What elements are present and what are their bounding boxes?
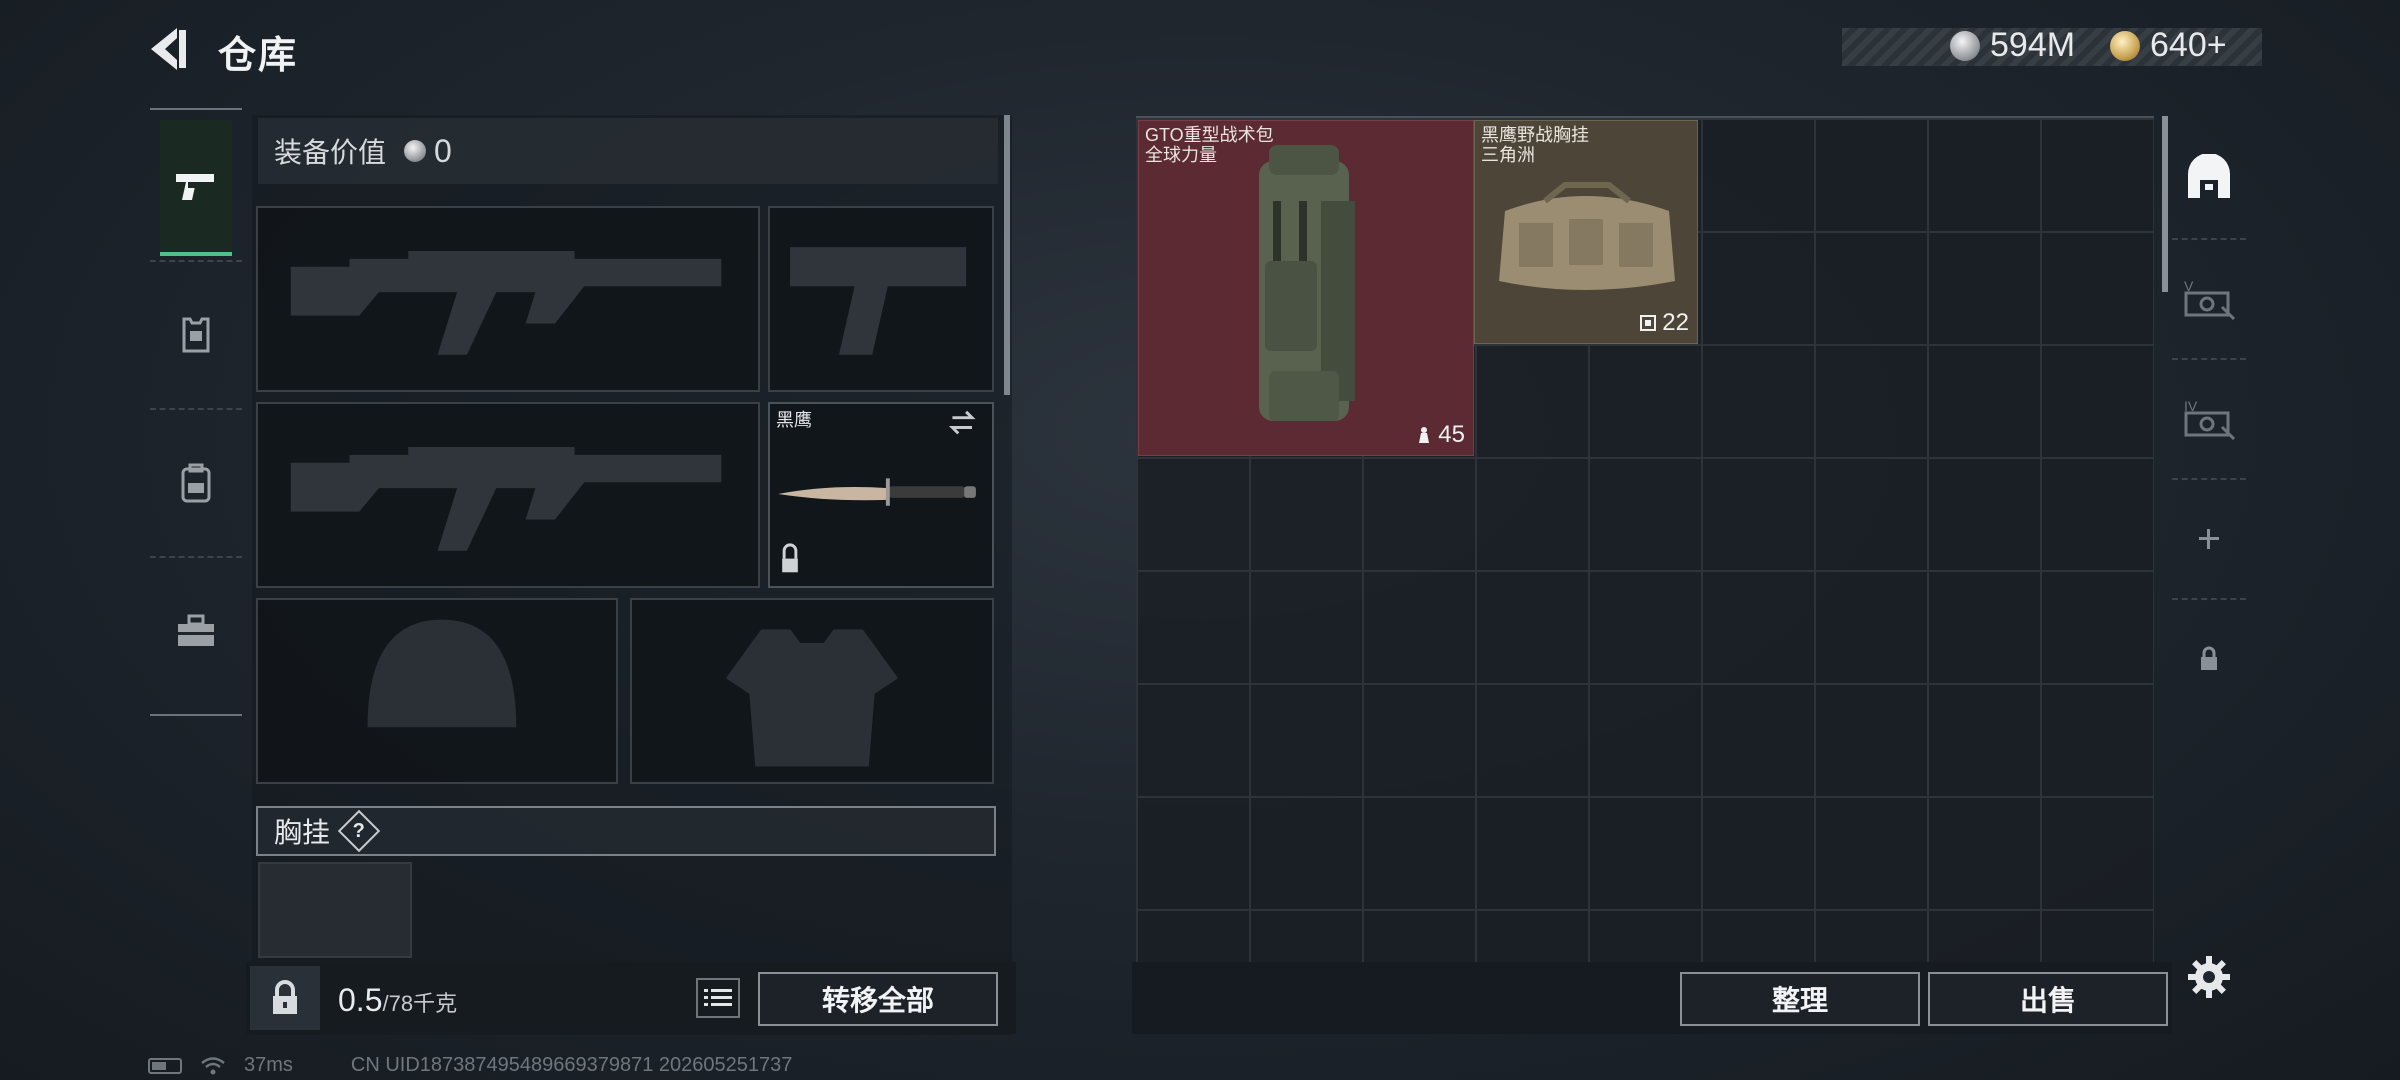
chest-rig-header: 胸挂 ?: [256, 806, 996, 856]
gold-currency[interactable]: 640+: [2110, 26, 2227, 65]
armor-silhouette-icon: [725, 629, 899, 767]
warehouse-icon: [2188, 154, 2230, 198]
expansion-iv-icon: IV: [2184, 398, 2236, 441]
gold-coin-icon: [2110, 30, 2140, 61]
stash-item-backpack[interactable]: GTO重型战术包 全球力量 45: [1138, 120, 1474, 456]
knife-icon: [778, 410, 976, 573]
rifle-silhouette-icon: [290, 447, 722, 551]
toolbox-icon: [178, 614, 214, 646]
item-name: 黑鹰野战胸挂: [1481, 125, 1589, 145]
silver-coin-icon: [404, 140, 427, 162]
tab-add-stash[interactable]: [2172, 478, 2246, 598]
item-count: 45: [1438, 421, 1465, 448]
equipment-category-tabs: [150, 108, 242, 716]
weight-icon: [1419, 427, 1430, 443]
equipment-value-label: 装备价值: [274, 137, 387, 168]
back-button[interactable]: [145, 24, 195, 74]
pistol-slot[interactable]: [768, 206, 994, 392]
backpack-icon: [181, 463, 211, 503]
help-icon[interactable]: ?: [337, 809, 381, 853]
pistol-icon: [176, 174, 214, 200]
uid-text: CN UID187387495489669379871 202605251737: [350, 1054, 793, 1076]
chest-rig-label: 胸挂: [274, 817, 331, 848]
tab-toolbox[interactable]: [150, 556, 242, 704]
primary-weapon-slot[interactable]: [256, 206, 760, 392]
helmet-slot[interactable]: [256, 598, 618, 784]
carry-weight: 0.5/78千克: [338, 982, 457, 1019]
battery-icon: [148, 1057, 182, 1074]
silver-amount: 594M: [1990, 26, 2076, 64]
gold-amount: 640+: [2150, 26, 2227, 64]
ping-value: 37ms: [244, 1054, 293, 1076]
item-count: 22: [1662, 309, 1689, 336]
tab-armor[interactable]: [150, 260, 242, 408]
capacity-icon: [1640, 315, 1657, 331]
silver-coin-icon: [1950, 30, 1980, 61]
tab-main-stash[interactable]: [2172, 118, 2246, 236]
tab-weapons[interactable]: [160, 120, 232, 256]
tab-backpack[interactable]: [150, 408, 242, 556]
equipment-value-bar: 装备价值 0: [258, 118, 998, 184]
plus-icon: [2199, 529, 2219, 549]
capacity-lock-button[interactable]: [250, 966, 320, 1030]
backpack-image-icon: [1259, 145, 1355, 421]
chest-rig-image-icon: [1499, 182, 1675, 290]
page-title: 仓库: [218, 35, 299, 77]
weight-max: /78千克: [382, 991, 458, 1016]
tab-expansion-v[interactable]: V: [2172, 238, 2246, 358]
chest-rig-slot[interactable]: [258, 862, 412, 958]
weight-value: 0.5: [338, 982, 383, 1018]
sell-button[interactable]: 出售: [1928, 972, 2168, 1026]
stash-tabs: V IV: [2172, 118, 2246, 728]
armor-vest-icon: [182, 317, 210, 353]
equipment-scrollbar[interactable]: [1004, 115, 1010, 395]
stash-grid-panel: GTO重型战术包 全球力量 45 黑鹰野战胸挂 三角洲 22: [1136, 116, 2154, 962]
lock-icon: [2201, 646, 2217, 670]
sort-button[interactable]: 整理: [1680, 972, 1920, 1026]
body-armor-slot[interactable]: [630, 598, 994, 784]
tab-expansion-iv[interactable]: IV: [2172, 358, 2246, 478]
equipment-value: 0: [434, 132, 452, 169]
pistol-silhouette-icon: [790, 247, 967, 355]
secondary-weapon-slot[interactable]: [256, 402, 760, 588]
rifle-silhouette-icon: [290, 251, 722, 355]
status-bar: 37ms CN UID187387495489669379871 2026052…: [148, 1054, 792, 1077]
expansion-v-icon: V: [2184, 278, 2236, 321]
list-view-button[interactable]: [696, 978, 740, 1018]
melee-slot[interactable]: 黑鹰: [768, 402, 994, 588]
back-arrow-icon: [151, 28, 186, 70]
lock-icon: [273, 980, 297, 1014]
silver-currency[interactable]: 594M: [1950, 26, 2075, 65]
list-icon: [704, 989, 732, 1006]
item-brand: 三角洲: [1481, 145, 1535, 165]
transfer-all-button[interactable]: 转移全部: [758, 972, 998, 1026]
stash-scrollbar[interactable]: [2162, 116, 2168, 292]
stash-item-chest-rig[interactable]: 黑鹰野战胸挂 三角洲 22: [1474, 120, 1698, 344]
wifi-icon: [201, 1056, 225, 1074]
tab-locked-stash[interactable]: [2172, 598, 2246, 718]
settings-button[interactable]: [2186, 954, 2232, 1000]
gear-icon: [2188, 956, 2230, 998]
helmet-silhouette-icon: [367, 619, 517, 728]
